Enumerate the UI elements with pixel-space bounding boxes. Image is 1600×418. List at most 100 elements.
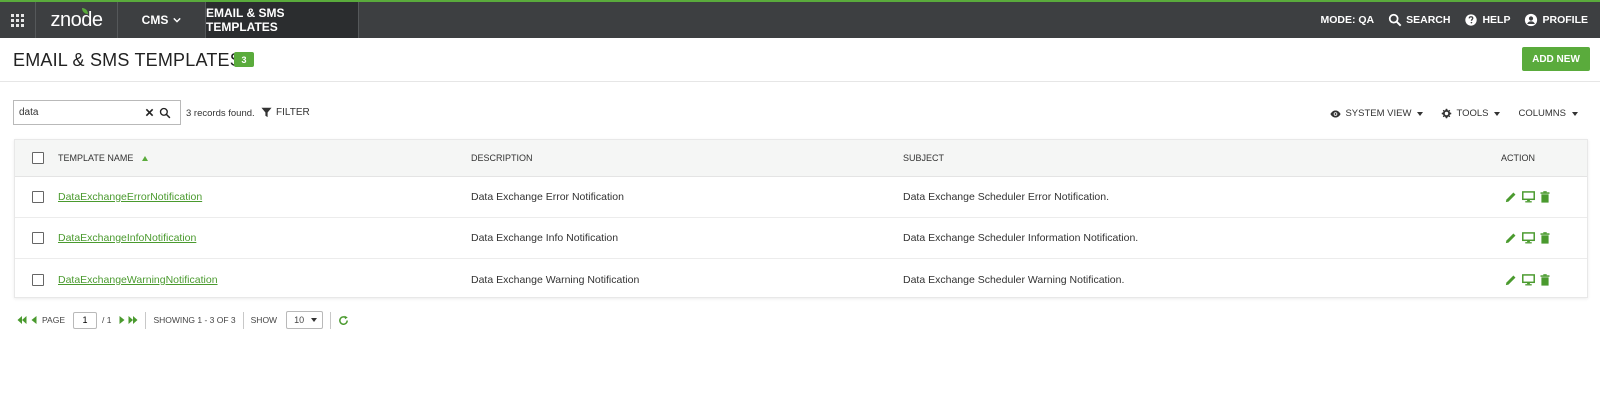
select-all-checkbox[interactable]	[32, 152, 44, 164]
cms-menu-label: CMS	[141, 13, 169, 27]
refresh-button[interactable]	[338, 315, 349, 326]
record-count-badge: 3	[234, 52, 254, 67]
top-navigation-bar: znode CMS EMAIL & SMS TEMPLATES MODE: QA…	[0, 0, 1600, 38]
page-total: / 1	[102, 315, 112, 325]
delete-button[interactable]	[1538, 231, 1552, 245]
column-header-template-name[interactable]: TEMPLATE NAME	[58, 140, 149, 176]
next-page-button[interactable]	[119, 316, 125, 324]
delete-button[interactable]	[1538, 273, 1552, 287]
table-row: DataExchangeWarningNotification Data Exc…	[15, 259, 1587, 300]
search-input[interactable]	[14, 107, 142, 118]
topbar-right-actions: MODE: QA SEARCH HELP PROFILE	[1320, 2, 1600, 38]
columns-dropdown[interactable]: COLUMNS	[1518, 108, 1578, 119]
last-page-button[interactable]	[128, 316, 138, 324]
pencil-icon	[1505, 192, 1516, 203]
current-section-label: EMAIL & SMS TEMPLATES	[206, 6, 285, 34]
chevron-left-icon	[31, 316, 37, 324]
search-submit-button[interactable]	[156, 106, 174, 120]
preview-button[interactable]	[1521, 231, 1535, 245]
show-label: SHOW	[250, 315, 278, 325]
search-box	[13, 100, 181, 125]
page-label: PAGE	[42, 315, 65, 325]
profile-label: PROFILE	[1542, 14, 1588, 26]
caret-down-icon	[1494, 111, 1501, 116]
filter-icon	[261, 107, 272, 118]
gear-icon	[1442, 108, 1452, 119]
column-header-subject[interactable]: SUBJECT	[903, 140, 944, 176]
logo-text: znode	[50, 8, 104, 31]
grid-icon	[11, 13, 24, 27]
template-description: Data Exchange Info Notification	[471, 232, 619, 244]
search-icon	[1389, 13, 1402, 27]
profile-button[interactable]: PROFILE	[1524, 13, 1588, 27]
apps-menu-button[interactable]	[0, 2, 36, 38]
pagination-bar: PAGE / 1 SHOWING 1 - 3 OF 3 SHOW 10	[17, 310, 349, 330]
eye-icon	[1330, 109, 1342, 118]
column-header-description[interactable]: DESCRIPTION	[471, 140, 533, 176]
edit-button[interactable]	[1504, 231, 1518, 245]
page-size-select[interactable]: 10	[286, 311, 324, 329]
tools-label: TOOLS	[1456, 108, 1489, 119]
filter-button[interactable]: FILTER	[261, 107, 310, 118]
znode-logo[interactable]: znode	[36, 2, 118, 38]
template-subject: Data Exchange Scheduler Information Noti…	[903, 232, 1139, 244]
templates-grid: TEMPLATE NAME DESCRIPTION SUBJECT ACTION…	[14, 139, 1588, 298]
help-label: HELP	[1482, 14, 1511, 26]
edit-button[interactable]	[1504, 273, 1518, 287]
template-subject: Data Exchange Scheduler Warning Notifica…	[903, 273, 1125, 286]
current-section-tab[interactable]: EMAIL & SMS TEMPLATES	[206, 2, 359, 38]
row-checkbox[interactable]	[32, 191, 44, 203]
add-new-button[interactable]: ADD NEW	[1522, 47, 1590, 71]
column-header-label: TEMPLATE NAME	[58, 153, 134, 163]
help-button[interactable]: HELP	[1464, 13, 1510, 27]
divider	[330, 311, 332, 329]
columns-label: COLUMNS	[1518, 108, 1566, 119]
template-name-link[interactable]: DataExchangeErrorNotification	[58, 191, 202, 203]
refresh-icon	[339, 315, 348, 325]
row-checkbox[interactable]	[32, 273, 44, 286]
grid-toolbar: SYSTEM VIEW TOOLS COLUMNS	[1330, 108, 1578, 119]
clear-search-button[interactable]	[142, 106, 156, 120]
cms-menu-button[interactable]: CMS	[118, 2, 206, 38]
user-icon	[1525, 13, 1538, 27]
grid-header-row: TEMPLATE NAME DESCRIPTION SUBJECT ACTION	[15, 140, 1587, 177]
caret-down-icon	[1572, 111, 1578, 116]
page-number-input[interactable]	[73, 311, 97, 329]
close-icon	[145, 108, 153, 117]
help-icon	[1465, 14, 1478, 26]
column-header-label: DESCRIPTION	[471, 153, 533, 163]
table-row: DataExchangeInfoNotification Data Exchan…	[15, 218, 1587, 259]
edit-button[interactable]	[1504, 190, 1518, 204]
template-subject: Data Exchange Scheduler Error Notificati…	[903, 191, 1110, 203]
caret-down-icon	[311, 318, 318, 322]
monitor-icon	[1521, 191, 1535, 203]
mode-indicator: MODE: QA	[1320, 14, 1374, 26]
tools-dropdown[interactable]: TOOLS	[1441, 108, 1501, 119]
previous-page-button[interactable]	[31, 316, 37, 324]
double-chevron-right-icon	[128, 316, 138, 324]
double-chevron-left-icon	[17, 316, 27, 324]
row-checkbox[interactable]	[32, 232, 44, 244]
sort-ascending-icon	[142, 155, 149, 161]
trash-icon	[1540, 191, 1550, 203]
divider	[145, 311, 147, 329]
monitor-icon	[1521, 273, 1535, 285]
delete-button[interactable]	[1538, 190, 1552, 204]
preview-button[interactable]	[1521, 273, 1535, 287]
chevron-right-icon	[119, 316, 125, 324]
page-size-value: 10	[294, 315, 305, 325]
caret-down-icon	[1417, 111, 1424, 116]
system-view-dropdown[interactable]: SYSTEM VIEW	[1330, 108, 1424, 119]
page-header: EMAIL & SMS TEMPLATES 3 ADD NEW	[0, 38, 1600, 82]
page-title: EMAIL & SMS TEMPLATES	[13, 50, 242, 70]
first-page-button[interactable]	[17, 316, 27, 324]
template-name-link[interactable]: DataExchangeWarningNotification	[58, 274, 218, 286]
column-header-action: ACTION	[1501, 140, 1535, 176]
pencil-icon	[1505, 275, 1516, 285]
divider	[242, 311, 244, 329]
search-button[interactable]: SEARCH	[1388, 13, 1450, 27]
records-found-text: 3 records found.	[186, 108, 255, 119]
template-name-link[interactable]: DataExchangeInfoNotification	[58, 232, 196, 244]
preview-button[interactable]	[1521, 190, 1535, 204]
monitor-icon	[1521, 232, 1535, 244]
